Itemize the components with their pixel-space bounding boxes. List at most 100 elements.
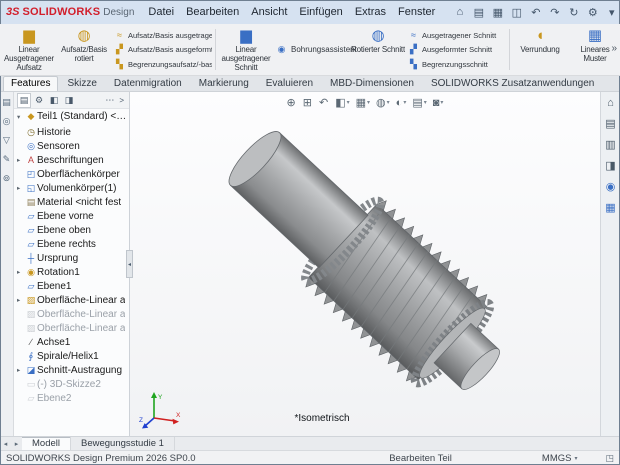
gear-shaft-model[interactable] xyxy=(130,92,600,436)
extruded-boss-button[interactable]: ▆ Linear Ausgetragener Aufsatz xyxy=(2,25,56,74)
appearances-icon[interactable]: ◉ xyxy=(606,180,616,193)
undo-icon[interactable]: ↶ xyxy=(527,6,544,19)
expand-arrow-icon[interactable]: ▸ xyxy=(17,268,25,276)
tree-item[interactable]: ┼ Ursprung xyxy=(14,251,129,265)
previous-view-icon[interactable]: ↶ xyxy=(319,96,329,109)
dimxpert-tab-icon[interactable]: ◨ xyxy=(62,93,76,108)
extruded-cut-button[interactable]: ▆ Linear ausgetragener Schnitt xyxy=(219,25,273,74)
expand-arrow-icon[interactable]: ▸ xyxy=(17,296,25,304)
edit-appearance-icon[interactable]: ▤ ▾ xyxy=(412,96,426,109)
menu-item[interactable]: Ansicht xyxy=(245,2,293,22)
custom-properties-icon[interactable]: ▦ xyxy=(605,201,615,214)
view-orientation-icon[interactable]: ▦ ▾ xyxy=(356,96,370,109)
menu-item[interactable]: Extras xyxy=(349,2,392,22)
target-icon[interactable]: ⊚ xyxy=(3,173,11,184)
tree-item[interactable]: ▱ Ebene1 xyxy=(14,279,129,293)
command-tab[interactable]: Skizze xyxy=(59,76,104,91)
visibility-icon[interactable]: ◎ xyxy=(3,116,11,127)
menu-item[interactable]: Datei xyxy=(142,2,180,22)
rebuild-icon[interactable]: ↻ xyxy=(565,6,582,19)
tree-item[interactable]: ▨ Oberfläche-Linear a xyxy=(14,307,129,321)
design-library-icon[interactable]: ▤ xyxy=(605,117,615,130)
revolved-boss-button[interactable]: ◍ Aufsatz/Basis rotiert xyxy=(57,25,111,74)
revolved-cut-button[interactable]: ◍ Rotierter Schnitt xyxy=(351,25,405,74)
panel-expand-arrow[interactable]: > xyxy=(117,96,126,105)
tree-item[interactable]: ▸ ◪ Schnitt-Austragung xyxy=(14,363,129,377)
tree-item[interactable]: ◎ Sensoren xyxy=(14,139,129,153)
document-tab[interactable]: Bewegungsstudie 1 xyxy=(71,437,175,450)
feature-label: Oberfläche-Linear a xyxy=(37,323,125,334)
redo-icon[interactable]: ↷ xyxy=(546,6,563,19)
document-tab[interactable]: Modell xyxy=(22,437,71,450)
open-icon[interactable]: ▤ xyxy=(470,6,487,19)
hole-wizard-button[interactable]: ◉ Bohrungsassistent xyxy=(274,42,350,57)
save-icon[interactable]: ▦ xyxy=(489,6,506,19)
featuremanager-tab-icon[interactable]: ▤ xyxy=(17,93,31,108)
tree-item[interactable]: ◰ Oberflächenkörper xyxy=(14,167,129,181)
options-gear-icon[interactable]: ⚙ xyxy=(584,6,601,19)
lofted-cut-button[interactable]: ▞ Ausgeformter Schnitt xyxy=(406,43,506,56)
dropdown-caret-icon[interactable]: ▾ xyxy=(603,6,620,19)
resources-home-icon[interactable]: ⌂ xyxy=(607,97,614,109)
expand-arrow-icon[interactable]: ▸ xyxy=(17,184,25,192)
filter-icon[interactable]: ▽ xyxy=(3,135,10,146)
command-tab[interactable]: Markierung xyxy=(191,76,257,91)
tree-item[interactable]: ▸ A Beschriftungen xyxy=(14,153,129,167)
tree-root-item[interactable]: ▾ ◆ Teil1 (Standard) <<Stand xyxy=(14,109,129,124)
lofted-boss-button[interactable]: ▞ Aufsatz/Basis ausgeformt xyxy=(112,43,212,56)
file-explorer-icon[interactable]: ▥ xyxy=(605,138,615,151)
configurationmanager-tab-icon[interactable]: ◧ xyxy=(47,93,61,108)
zoom-area-icon[interactable]: ⊞ xyxy=(303,96,313,109)
command-tab[interactable]: Datenmigration xyxy=(106,76,190,91)
hud-glyph: ▤ xyxy=(412,96,422,109)
scene-icon[interactable]: ◙ ▾ xyxy=(433,97,444,109)
tree-item[interactable]: ▸ ◉ Rotation1 xyxy=(14,265,129,279)
tree-item[interactable]: ◷ Historie xyxy=(14,125,129,139)
tree-item[interactable]: ▭ (-) 3D-Skizze2 xyxy=(14,377,129,391)
tree-item[interactable]: ▱ Ebene rechts xyxy=(14,237,129,251)
tree-item[interactable]: ∮ Spirale/Helix1 xyxy=(14,349,129,363)
hide-show-items-icon[interactable]: ◐ ▾ xyxy=(396,97,407,109)
display-style-icon[interactable]: ◍ ▾ xyxy=(376,96,390,109)
tree-item[interactable]: ▸ ◱ Volumenkörper(1) xyxy=(14,181,129,195)
menu-item[interactable]: Bearbeiten xyxy=(180,2,245,22)
status-options-icon[interactable]: ◳ xyxy=(605,453,614,464)
menu-item[interactable]: Einfügen xyxy=(293,2,348,22)
feature-label: Volumenkörper(1) xyxy=(37,183,116,194)
boundary-boss-button[interactable]: ▚ Begrenzungsaufsatz/-basis xyxy=(112,58,212,71)
tree-item[interactable]: ▸ ▨ Oberfläche-Linear a xyxy=(14,293,129,307)
tree-item[interactable]: ▤ Material <nicht fest xyxy=(14,195,129,209)
document-icon[interactable]: ▤ xyxy=(2,97,11,108)
command-tab[interactable]: Features xyxy=(3,76,58,91)
units-selector[interactable]: MMGS xyxy=(542,453,572,464)
print-icon[interactable]: ◫ xyxy=(508,6,525,19)
command-tab[interactable]: Evaluieren xyxy=(258,76,321,91)
expand-arrow-icon[interactable]: ▾ xyxy=(17,113,25,121)
graphics-viewport[interactable]: ⊕ ⊞ ↶ ◧ ▾ xyxy=(130,92,600,436)
sketch-pencil-icon[interactable]: ✎ xyxy=(3,154,11,165)
command-tab[interactable]: SOLIDWORKS Zusatzanwendungen xyxy=(423,76,602,91)
swept-cut-button[interactable]: ≈ Ausgetragener Schnitt xyxy=(406,29,506,41)
tab-scroll-right-icon[interactable]: ▸ xyxy=(11,437,22,450)
panel-collapse-handle[interactable]: ◂ xyxy=(126,250,133,278)
section-view-icon[interactable]: ◧ ▾ xyxy=(335,96,349,109)
tree-item[interactable]: ▨ Oberfläche-Linear a xyxy=(14,321,129,335)
tree-item[interactable]: ▱ Ebene2 xyxy=(14,391,129,405)
menu-item[interactable]: Fenster xyxy=(392,2,441,22)
panel-tabs-more[interactable]: ⋯ xyxy=(105,95,115,106)
expand-arrow-icon[interactable]: ▸ xyxy=(17,156,25,164)
fillet-button[interactable]: ◖ Verrundung xyxy=(513,25,567,74)
tab-scroll-left-icon[interactable]: ◂ xyxy=(0,437,11,450)
propertymanager-tab-icon[interactable]: ⚙ xyxy=(32,93,46,108)
boundary-cut-button[interactable]: ▚ Begrenzungsschnitt xyxy=(406,58,506,71)
home-icon[interactable]: ⌂ xyxy=(451,6,468,18)
expand-arrow-icon[interactable]: ▸ xyxy=(17,366,25,374)
zoom-fit-icon[interactable]: ⊕ xyxy=(287,96,297,109)
tree-item[interactable]: ∕ Achse1 xyxy=(14,335,129,349)
command-tab[interactable]: MBD-Dimensionen xyxy=(322,76,422,91)
swept-boss-button[interactable]: ≈ Aufsatz/Basis ausgetragen xyxy=(112,29,212,41)
ribbon-overflow-chevron[interactable]: » xyxy=(611,43,617,54)
tree-item[interactable]: ▱ Ebene oben xyxy=(14,223,129,237)
view-palette-icon[interactable]: ◨ xyxy=(605,159,615,172)
tree-item[interactable]: ▱ Ebene vorne xyxy=(14,209,129,223)
